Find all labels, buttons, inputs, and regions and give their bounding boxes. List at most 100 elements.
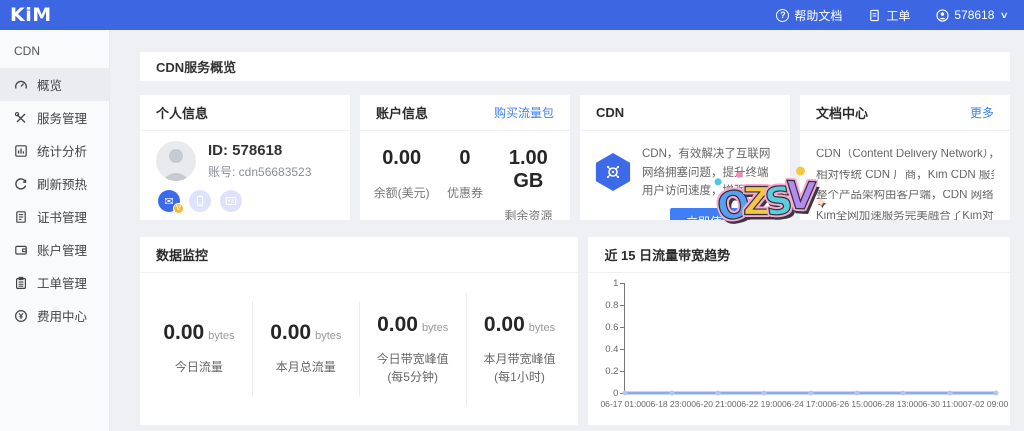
header-actions: ? 帮助文档 工单 578618 ∨ (776, 7, 1008, 24)
avatar (156, 141, 196, 181)
chart-x-axis: 06-17 01:0006-18 23:0006-20 21:0006-22 1… (600, 399, 996, 409)
use-now-button[interactable]: 立即使用 (670, 208, 750, 220)
verified-badge: V (173, 203, 184, 214)
id-card-icon[interactable] (220, 190, 242, 212)
data-monitor-card: 数据监控 0.00bytes 今日流量 0.00bytes 本月总流量 0.00… (140, 237, 578, 425)
phone-bind-icon[interactable] (189, 190, 211, 212)
bar-chart-icon (14, 144, 28, 158)
stat-value: 0.00 (377, 313, 418, 336)
doc-item[interactable]: CDN（Content Delivery Network），也即内容分发... (816, 149, 994, 161)
buy-traffic-link[interactable]: 购买流量包 (494, 104, 554, 121)
user-id-label: 578618 (954, 8, 994, 22)
bandwidth-trend-card: 近 15 日流量带宽趋势 10.80.60.40.20 06-17 01:000… (588, 237, 1010, 425)
bottom-row: 数据监控 0.00bytes 今日流量 0.00bytes 本月总流量 0.00… (140, 237, 1010, 425)
profile-card: 个人信息 ID: 578618 账号: cdn56683523 ✉ V (140, 95, 350, 220)
sidebar-item-certificates[interactable]: 证书管理 (0, 200, 109, 233)
doc-item[interactable]: 整个产品架构由客户端，CDN 网络，企业源站，... (816, 190, 994, 202)
today-traffic-stat: 0.00 bytes 今日流量 (146, 301, 253, 396)
profile-user-id: ID: 578618 (208, 142, 311, 159)
trend-card-title: 近 15 日流量带宽趋势 (604, 245, 730, 264)
today-peak-stat: 0.00 bytes 今日带宽峰值 (每5分钟) (360, 293, 467, 405)
help-docs-label: 帮助文档 (794, 7, 842, 24)
balance-value: 0.00 (370, 147, 433, 170)
more-docs-link[interactable]: 更多 (970, 104, 994, 121)
refresh-icon (14, 177, 28, 191)
stat-label: 本月带宽峰值 (469, 350, 571, 368)
stat-unit: bytes (422, 322, 448, 334)
docs-card: 文档中心 更多 CDN（Content Delivery Network），也即… (800, 95, 1010, 220)
mail-icon: ✉ (164, 195, 173, 208)
doc-item[interactable]: 相对传统 CDN 厂商，Kim CDN 服务完全实现全自... (816, 170, 994, 182)
stat-label: 今日带宽峰值 (362, 350, 464, 368)
coupon-stat: 0 优惠券 (433, 147, 496, 220)
month-traffic-stat: 0.00bytes 本月总流量 (253, 301, 360, 396)
stat-value: 0.00 (484, 313, 525, 336)
sidebar-item-service-mgmt[interactable]: 服务管理 (0, 101, 109, 134)
balance-label: 余额(美元) (370, 184, 433, 201)
sidebar-item-label: 刷新预热 (37, 174, 87, 193)
clipboard-icon (14, 276, 28, 290)
overview-cards-row: 个人信息 ID: 578618 账号: cdn56683523 ✉ V (140, 95, 1010, 220)
stat-value: 0.00 (163, 321, 204, 344)
profile-account: 账号: cdn56683523 (208, 163, 311, 180)
email-verified-icon[interactable]: ✉ V (158, 190, 180, 212)
help-docs-button[interactable]: ? 帮助文档 (776, 7, 842, 24)
help-icon: ? (776, 9, 789, 22)
sidebar-item-label: 账户管理 (37, 240, 87, 259)
coupon-label: 优惠券 (433, 184, 496, 201)
chart-y-axis: 10.80.60.40.20 (598, 283, 624, 393)
docs-card-title: 文档中心 (816, 103, 868, 122)
sidebar-item-label: 工单管理 (37, 273, 87, 292)
sidebar-item-ticket-mgmt[interactable]: 工单管理 (0, 266, 109, 299)
tools-icon (14, 111, 28, 125)
ticket-button[interactable]: 工单 (868, 7, 910, 24)
cdn-card-title: CDN (596, 105, 624, 120)
resource-value: 1.00 GB (497, 147, 560, 193)
app-logo: KiM (10, 4, 52, 26)
stat-unit: bytes (529, 322, 555, 334)
sidebar-item-account-mgmt[interactable]: 账户管理 (0, 233, 109, 266)
ticket-icon (868, 9, 881, 22)
user-icon (936, 9, 949, 22)
account-card-title: 账户信息 (376, 103, 428, 122)
chevron-down-icon: ∨ (1000, 10, 1009, 21)
stat-sublabel: (每5分钟) (362, 368, 464, 385)
sidebar-item-overview[interactable]: 概览 (0, 68, 109, 101)
coupon-value: 0 (433, 147, 496, 170)
bandwidth-chart: 10.80.60.40.20 (598, 283, 996, 393)
sidebar-item-refresh-prewarm[interactable]: 刷新预热 (0, 167, 109, 200)
resource-label: 剩余资源 (497, 207, 560, 220)
stat-value: 0.00 (270, 321, 311, 344)
cost-icon (14, 309, 28, 323)
stat-label: 本月总流量 (255, 358, 357, 376)
cdn-hexagon-icon (594, 153, 632, 191)
chart-plot-area (624, 283, 996, 393)
dashboard-icon (14, 78, 28, 92)
account-card: 账户信息 购买流量包 0.00 余额(美元) 0 优惠券 1.00 GB 剩余资… (360, 95, 570, 220)
wallet-icon (14, 243, 28, 257)
sidebar-section-label: CDN (0, 30, 109, 68)
cdn-description: CDN，有效解决了互联网网络拥塞问题，提升终端用户访问速度，增强网站的可用性，同… (642, 145, 778, 201)
ticket-label: 工单 (886, 7, 910, 24)
sidebar-item-label: 服务管理 (37, 108, 87, 127)
profile-card-title: 个人信息 (156, 103, 208, 122)
stat-sublabel: (每1小时) (469, 368, 571, 385)
sidebar-item-label: 统计分析 (37, 141, 87, 160)
main-content: CDN服务概览 个人信息 ID: 578618 账号: cdn56683523 (110, 30, 1024, 431)
stat-unit: bytes (208, 330, 234, 342)
monitor-card-title: 数据监控 (156, 245, 208, 264)
sidebar-item-label: 概览 (37, 75, 62, 94)
stat-label: 今日流量 (148, 358, 250, 376)
sidebar-item-statistics[interactable]: 统计分析 (0, 134, 109, 167)
sidebar-item-cost-center[interactable]: 费用中心 (0, 299, 109, 332)
cdn-card: CDN CDN，有效解决了互联网网络拥塞问题，提升终端用户访问速度，增强网站的可… (580, 95, 790, 220)
sidebar: CDN 概览 服务管理 统计分析 刷新预热 证书管理 账户管理 (0, 30, 110, 431)
month-peak-stat: 0.00 bytes 本月带宽峰值 (每1小时) (467, 293, 573, 405)
certificate-icon (14, 210, 28, 224)
doc-item[interactable]: Kim全网加速服务完美融合了Kim对象存储和 CDN ... (816, 211, 994, 221)
user-menu[interactable]: 578618 ∨ (936, 8, 1008, 22)
resource-stat: 1.00 GB 剩余资源 (497, 147, 560, 220)
page-title: CDN服务概览 (140, 52, 1010, 81)
top-header: KiM ? 帮助文档 工单 578618 ∨ (0, 0, 1024, 30)
sidebar-item-label: 证书管理 (37, 207, 87, 226)
